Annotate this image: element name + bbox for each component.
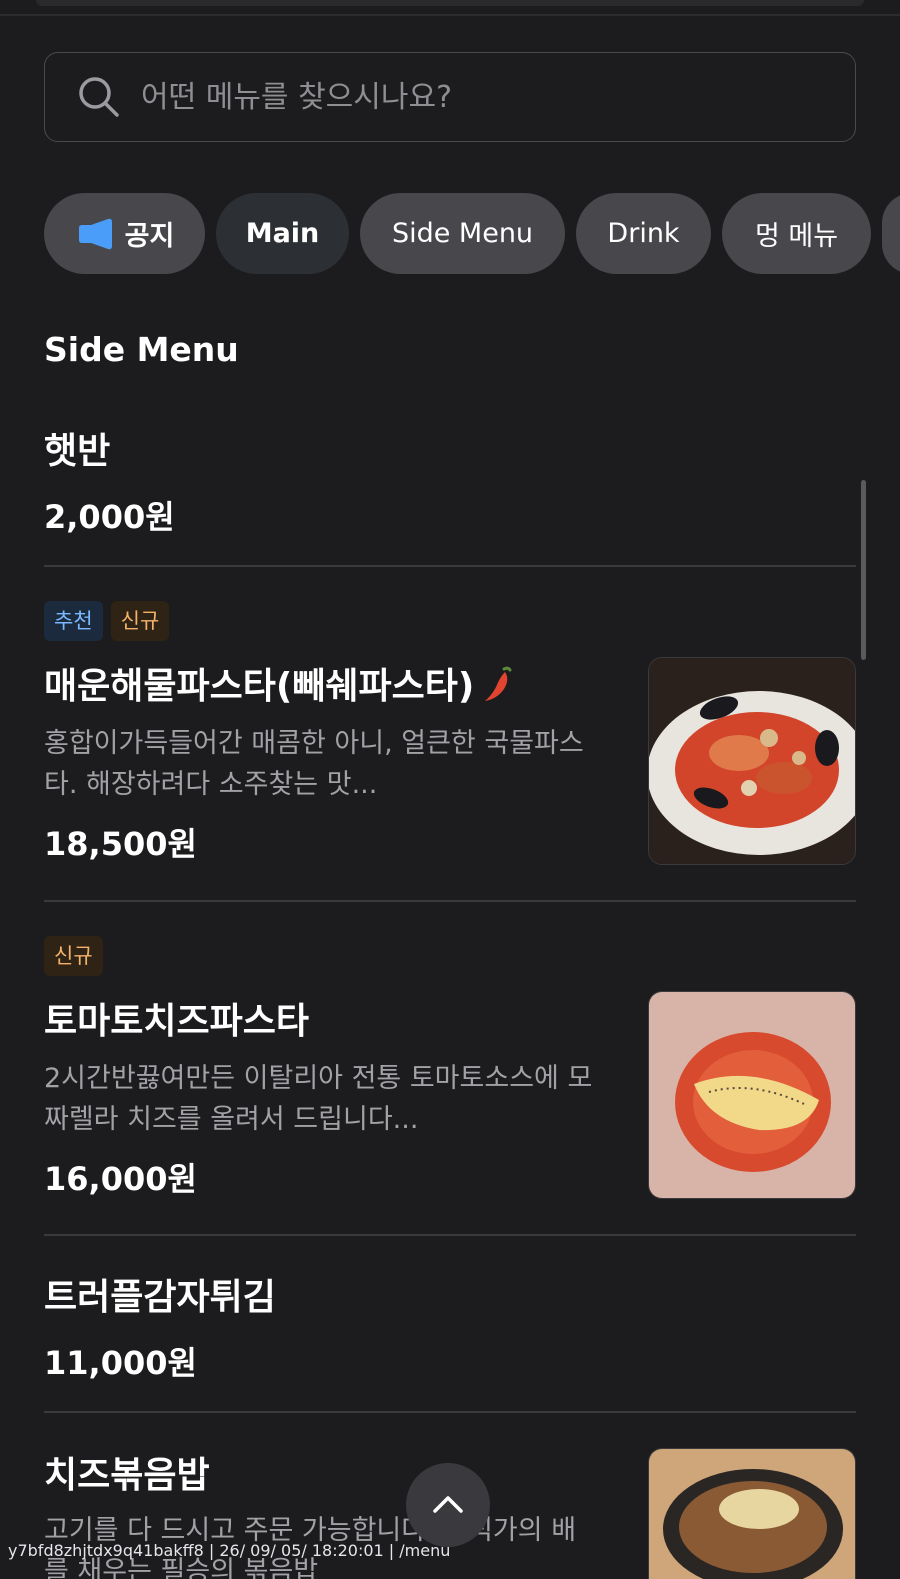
item-image <box>648 991 856 1199</box>
scrollbar[interactable] <box>861 480 866 660</box>
chili-pepper-icon <box>480 663 514 703</box>
item-image <box>648 657 856 865</box>
badge-new: 신규 <box>44 936 103 976</box>
tab-main[interactable]: Main <box>216 193 349 274</box>
tab-next-partial[interactable] <box>882 193 900 274</box>
top-bar <box>36 0 864 6</box>
item-description: 홍합이가득들어간 매콤한 아니, 얼큰한 국물파스타. 해장하려다 소주찾는 맛… <box>44 728 584 800</box>
search-box[interactable] <box>44 52 856 142</box>
search-input[interactable] <box>141 79 821 115</box>
tab-notice[interactable]: 공지 <box>44 193 205 274</box>
menu-item[interactable]: 햇반 2,000원 <box>44 422 856 538</box>
megaphone-icon <box>75 217 115 251</box>
footer-text: y7bfd8zhjtdx9q41bakff8 | 26/ 09/ 05/ 18:… <box>8 1541 451 1560</box>
tab-notice-label: 공지 <box>124 221 175 252</box>
tab-main-label: Main <box>245 218 320 249</box>
tab-side-menu-label: Side Menu <box>391 218 534 249</box>
item-name: 트러플감자튀김 <box>44 1277 276 1318</box>
item-divider <box>44 900 856 902</box>
chevron-up-icon <box>432 1492 464 1518</box>
menu-page: 공지 Main Side Menu Drink 멍 메뉴 Side Menu 햇… <box>0 0 900 1579</box>
badge-recommended: 추천 <box>44 601 103 641</box>
tab-drink-label: Drink <box>607 218 680 249</box>
search-icon <box>71 69 127 125</box>
header-divider <box>0 14 900 16</box>
tab-drink[interactable]: Drink <box>576 193 711 274</box>
menu-item[interactable]: 신규 토마토치즈파스타 2시간반끓여만든 이탈리아 전통 토마토소스에 모짜렐라… <box>44 936 856 1204</box>
item-divider <box>44 1234 856 1236</box>
item-divider <box>44 565 856 567</box>
item-name: 매운해물파스타(빼쉐파스타) <box>44 666 475 707</box>
item-image <box>648 1448 856 1579</box>
item-badges: 신규 <box>44 936 856 976</box>
item-divider <box>44 1411 856 1413</box>
menu-item[interactable]: 추천 신규 매운해물파스타(빼쉐파스타) 홍합이가득들어간 매콤한 아니, 얼큰… <box>44 601 856 869</box>
item-price: 11,000원 <box>44 1344 197 1382</box>
item-name: 햇반 <box>44 431 111 472</box>
tab-side-menu[interactable]: Side Menu <box>360 193 565 274</box>
tab-dog-menu[interactable]: 멍 메뉴 <box>722 193 871 274</box>
tab-dog-menu-label: 멍 메뉴 <box>754 221 839 252</box>
category-tabs: 공지 Main Side Menu Drink 멍 메뉴 <box>44 193 900 274</box>
item-badges: 추천 신규 <box>44 601 856 641</box>
menu-item[interactable]: 트러플감자튀김 11,000원 <box>44 1268 856 1384</box>
scroll-to-top-button[interactable] <box>406 1463 490 1547</box>
badge-new: 신규 <box>110 601 170 641</box>
section-title: Side Menu <box>44 330 239 369</box>
item-description: 2시간반끓여만든 이탈리아 전통 토마토소스에 모짜렐라 치즈를 올려서 드립니… <box>44 1063 593 1135</box>
item-price: 2,000원 <box>44 498 175 536</box>
